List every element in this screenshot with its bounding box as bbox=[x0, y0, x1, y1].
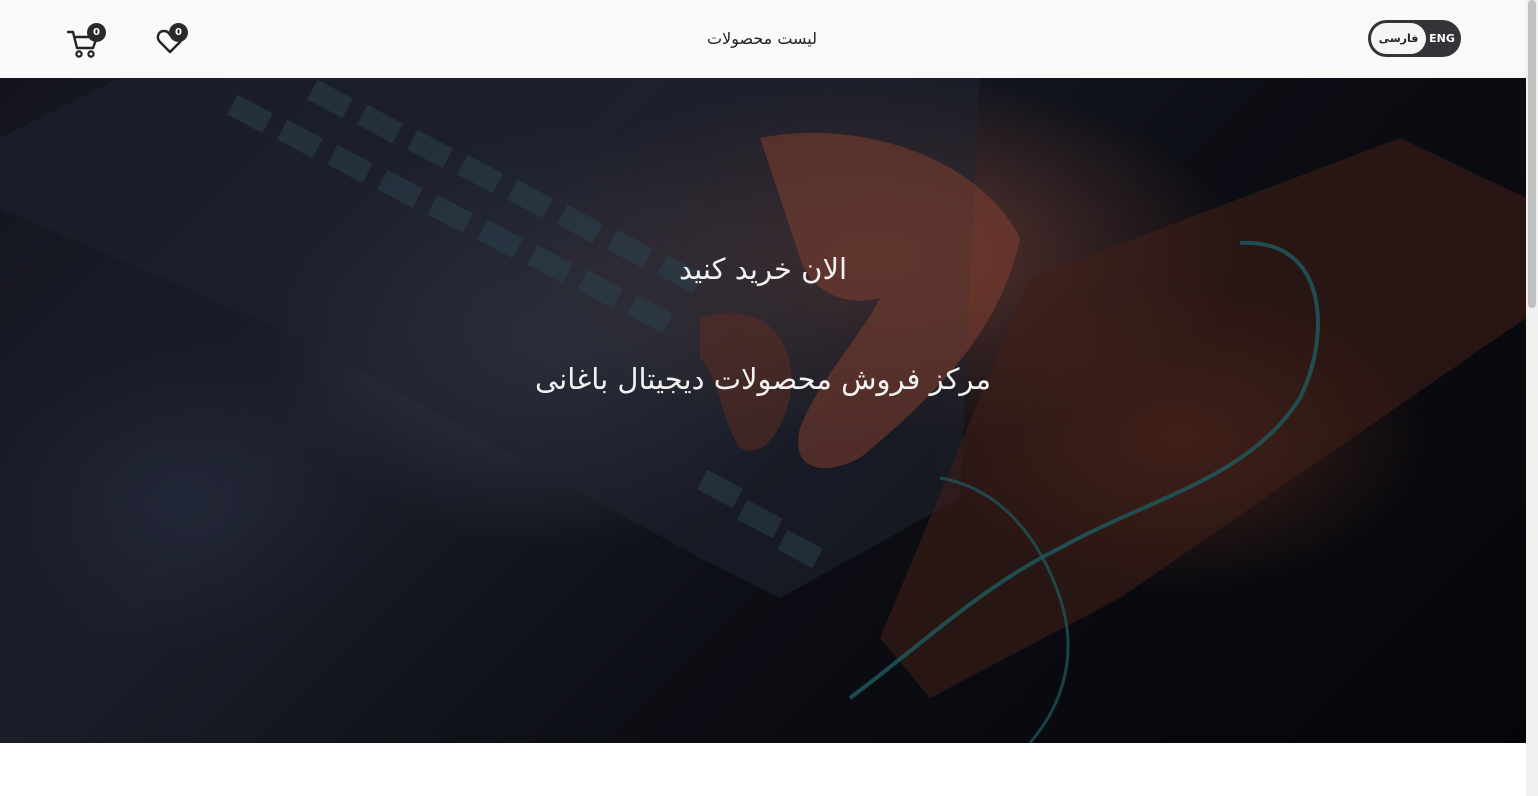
scrollbar-thumb[interactable] bbox=[1528, 0, 1536, 308]
language-toggle[interactable]: فارسی ENG bbox=[1368, 20, 1461, 57]
lang-option-english[interactable]: ENG bbox=[1426, 23, 1458, 54]
wishlist-count-badge: 0 bbox=[169, 23, 188, 42]
hero-background-image bbox=[0, 78, 1526, 743]
page: 0 0 لیست محصولات فارسی ENG الان خرید کنی… bbox=[0, 0, 1526, 796]
cart-count-badge: 0 bbox=[87, 23, 106, 42]
hero-banner: الان خرید کنید مرکز فروش محصولات دیجیتال… bbox=[0, 78, 1526, 743]
hero-title: الان خرید کنید bbox=[678, 252, 848, 286]
lang-option-persian[interactable]: فارسی bbox=[1371, 23, 1426, 54]
top-navbar: 0 0 لیست محصولات فارسی ENG bbox=[0, 0, 1526, 78]
nav-product-list-link[interactable]: لیست محصولات bbox=[662, 27, 862, 51]
page-scrollbar[interactable] bbox=[1526, 0, 1538, 796]
hero-subtitle: مرکز فروش محصولات دیجیتال باغانی bbox=[535, 362, 991, 396]
